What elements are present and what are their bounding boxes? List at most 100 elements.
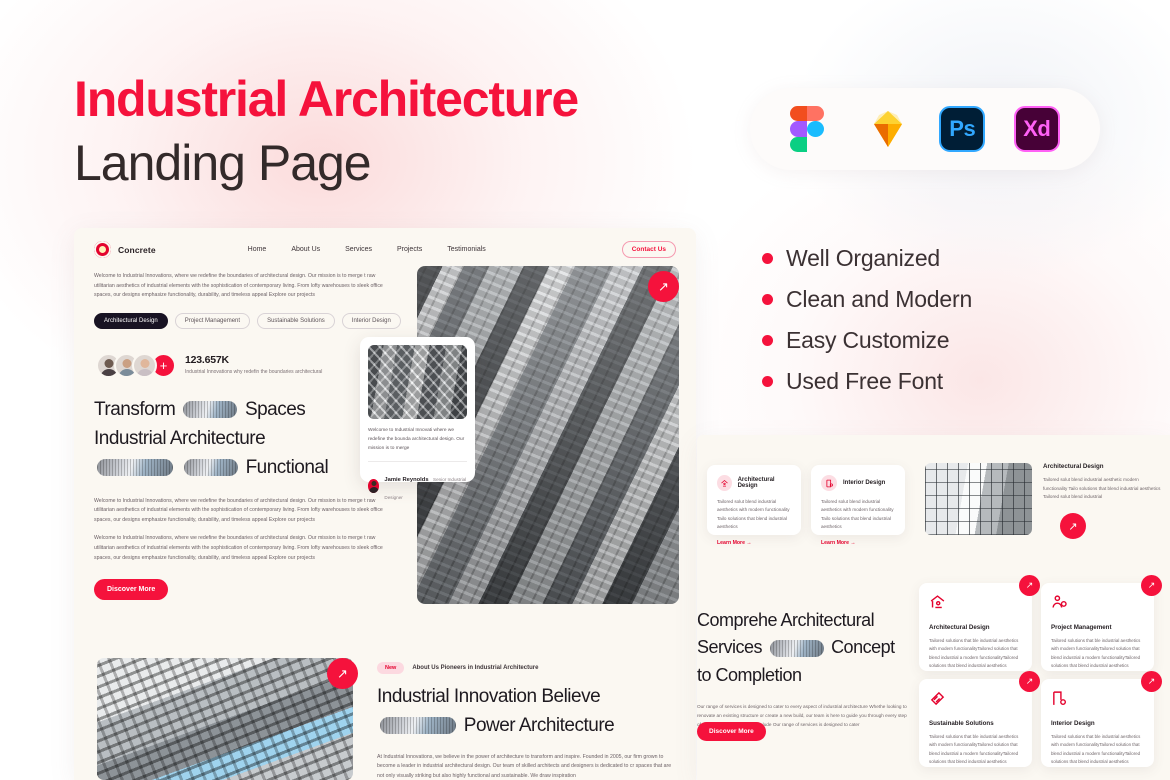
about-headline: Industrial Innovation Believe Power Arch…: [377, 683, 677, 741]
hero-headline-part-3: Industrial Architecture: [94, 427, 266, 449]
room-gear-icon: [821, 475, 837, 491]
intro-paragraph: Welcome to Industrial Innovations, where…: [94, 273, 383, 299]
logo-mark-icon: [94, 241, 111, 258]
mock-navbar: Concrete Home About Us Services Projects…: [74, 228, 696, 258]
card-arrow-button[interactable]: ↗: [1141, 575, 1162, 596]
avatar-group: +: [96, 352, 176, 378]
discover-more-button[interactable]: Discover More: [94, 579, 169, 601]
service-card: ↗ Sustainable Solutions Tailored solutio…: [919, 671, 1040, 767]
feature-list: Well Organized Clean and Modern Easy Cus…: [762, 238, 972, 402]
service-card-body: Tailored solutions that ble industrial a…: [1051, 734, 1141, 765]
hero-headline-part-2: Spaces: [244, 398, 306, 420]
nav-item-services[interactable]: Services: [345, 246, 372, 253]
home-person-icon: [929, 594, 1022, 618]
services-headline-part-4: to Completion: [697, 664, 802, 685]
testimonial-image: [368, 345, 467, 419]
about-headline-part-2: Power Architecture: [463, 714, 615, 736]
bullet-dot-icon: [762, 376, 773, 387]
card-arrow-button[interactable]: ↗: [1141, 671, 1162, 692]
hero-paragraph-2: Welcome to Industrial Innovations, where…: [94, 535, 383, 561]
person-gear-icon: [1051, 594, 1144, 618]
feature-wide-image: [925, 463, 1032, 535]
figma-icon: [790, 106, 836, 152]
about-tag-row: New About Us Pioneers in Industrial Arch…: [377, 662, 677, 674]
feature-item: Easy Customize: [762, 320, 972, 361]
learn-more-link[interactable]: Learn More →: [717, 540, 791, 546]
photoshop-icon: Ps: [939, 106, 986, 152]
card-arrow-button[interactable]: ↗: [1019, 671, 1040, 692]
avatar: [368, 479, 380, 494]
inline-image-chip: [380, 717, 456, 735]
contact-us-button[interactable]: Contact Us: [621, 241, 676, 258]
hero-headline-part-1: Transform: [94, 398, 176, 420]
services-headline-part-2: Services: [697, 637, 763, 658]
nav-item-testimonials[interactable]: Testimonials: [447, 246, 486, 253]
hero-arrow-button[interactable]: ↗: [648, 271, 679, 302]
feature-label: Well Organized: [786, 245, 941, 271]
nav-item-projects[interactable]: Projects: [397, 246, 422, 253]
service-card: ↗ Architectural Design Tailored solution…: [919, 575, 1040, 671]
stat-count: 123.657K: [185, 354, 229, 367]
arrow-up-right-icon: ↗: [658, 278, 669, 294]
services-discover-button[interactable]: Discover More: [697, 722, 766, 741]
feature-wide-arrow-button[interactable]: ↗: [1060, 513, 1086, 539]
mini-card-title: Architectural Design: [737, 477, 775, 489]
nav-links: Home About Us Services Projects Testimon…: [248, 246, 486, 253]
service-card: ↗ Interior Design Tailored solutions tha…: [1041, 671, 1162, 767]
about-arrow-button[interactable]: ↗: [327, 658, 358, 689]
services-headline-part-3: Concept: [831, 637, 895, 658]
divider: [368, 461, 467, 463]
status-badge: New: [377, 662, 405, 674]
testimonial-author-text: Jamie Reynolds Senior Industrial Designe…: [384, 468, 467, 504]
testimonial-card: Welcome to Industrial Innovati where we …: [360, 337, 475, 500]
feature-label: Used Free Font: [786, 368, 943, 394]
feature-wide-body: Tailored solut blend industrial aestheti…: [1043, 477, 1161, 500]
pill-project-management[interactable]: Project Management: [174, 312, 251, 329]
xd-icon: Xd: [1013, 106, 1060, 152]
nav-item-home[interactable]: Home: [248, 246, 267, 253]
services-headline: Comprehe Architectural Services Concept …: [697, 607, 915, 689]
mini-card-header: Architectural Design: [717, 475, 791, 491]
brand-logo[interactable]: Concrete: [94, 241, 156, 258]
nav-item-about-us[interactable]: About Us: [291, 246, 320, 253]
service-card-body: Tailored solutions that ble industrial a…: [929, 638, 1019, 669]
mini-card-header: Interior Design: [821, 475, 895, 491]
page-title: Industrial Architecture: [74, 71, 579, 127]
services-headline-part-1: Comprehe Architectural: [697, 610, 875, 630]
stats-text: 123.657K Industrial Innovations why rede…: [185, 354, 322, 377]
mini-card-body: Tailored solut blend industrial aestheti…: [821, 499, 894, 530]
pill-sustainable-solutions[interactable]: Sustainable Solutions: [257, 312, 335, 329]
service-card-title: Project Management: [1051, 624, 1112, 631]
inline-image-chip: [769, 640, 824, 658]
testimonial-quote: Welcome to Industrial Innovati where we …: [368, 428, 465, 452]
feature-wide-block: Architectural Design Tailored solut blen…: [925, 463, 1163, 535]
mini-card: Architectural Design Tailored solut blen…: [707, 465, 801, 546]
sketch-icon: [865, 106, 911, 152]
feature-label: Easy Customize: [786, 327, 950, 353]
home-person-icon: [717, 475, 732, 491]
bullet-dot-icon: [762, 253, 773, 264]
arrow-up-right-icon: ↗: [337, 665, 348, 681]
feature-item: Used Free Font: [762, 361, 972, 402]
stat-caption: Industrial Innovations why redefin the b…: [185, 369, 323, 376]
about-tagline: About Us Pioneers in Industrial Architec…: [412, 665, 539, 671]
feature-item: Well Organized: [762, 238, 972, 279]
feature-item: Clean and Modern: [762, 279, 972, 320]
pill-interior-design[interactable]: Interior Design: [341, 312, 401, 329]
about-paragraph: At Industrial Innovations, we believe in…: [377, 753, 672, 779]
mini-card-body: Tailored solut blend industrial aestheti…: [717, 499, 790, 530]
pill-architectural-design[interactable]: Architectural Design: [94, 312, 168, 329]
service-card-body: Tailored solutions that ble industrial a…: [1051, 638, 1141, 669]
website-mockup-right: Architectural Design Tailored solut blen…: [697, 435, 1170, 780]
testimonial-author: Jamie Reynolds Senior Industrial Designe…: [368, 468, 467, 504]
learn-more-link[interactable]: Learn More →: [821, 540, 895, 546]
mini-card-title: Interior Design: [843, 480, 886, 486]
card-arrow-button[interactable]: ↗: [1019, 575, 1040, 596]
bullet-dot-icon: [762, 335, 773, 346]
mini-card: Interior Design Tailored solut blend ind…: [811, 465, 905, 546]
avatar: [132, 352, 157, 378]
testimonial-author-name: Jamie Reynolds: [384, 477, 429, 484]
service-card-title: Interior Design: [1051, 720, 1095, 727]
service-card-title: Sustainable Solutions: [929, 720, 994, 727]
service-card: ↗ Project Management Tailored solutions …: [1041, 575, 1162, 671]
